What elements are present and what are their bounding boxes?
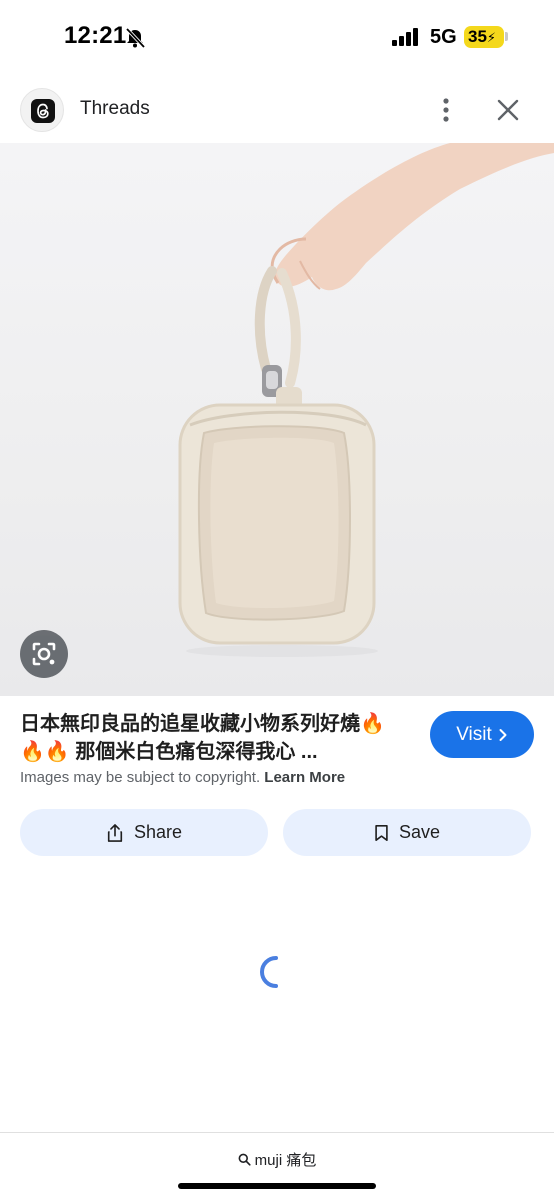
learn-more-link[interactable]: Learn More (264, 769, 345, 786)
google-lens-button[interactable] (20, 630, 68, 678)
google-lens-icon (32, 642, 56, 666)
source-name[interactable]: Threads (80, 98, 150, 120)
search-icon (238, 1153, 251, 1166)
copyright-notice: Images may be subject to copyright. Lear… (20, 769, 345, 786)
signal-icon (392, 28, 418, 46)
result-title[interactable]: 日本無印良品的追星收藏小物系列好燒🔥 🔥🔥 那個米白色痛包深得我心 ... (20, 710, 402, 766)
bottom-search-bar: muji 痛包 (0, 1132, 554, 1199)
network-type: 5G (430, 26, 457, 48)
threads-logo[interactable] (20, 88, 64, 132)
share-label: Share (133, 822, 183, 842)
result-image[interactable] (0, 143, 554, 696)
threads-glyph-icon (37, 103, 49, 119)
clock: 12:21 (64, 22, 127, 49)
home-indicator[interactable] (178, 1183, 376, 1189)
charging-icon: ⚡ (486, 30, 497, 45)
share-icon (107, 823, 123, 842)
result-title-line2: 🔥🔥 那個米白色痛包深得我心 ... (20, 741, 318, 763)
visit-label: Visit (456, 723, 492, 745)
battery-tip (505, 32, 508, 41)
chevron-right-icon (499, 728, 507, 741)
search-query-text: muji 痛包 (254, 1152, 317, 1169)
visit-button[interactable]: Visit (430, 711, 534, 758)
image-result-page: 12:21 5G 35⚡ Threads 日本無印良品的追星收藏小物系列好燒🔥 … (0, 0, 554, 1199)
status-bar: 12:21 5G 35⚡ (0, 0, 554, 74)
battery-indicator: 35⚡ (464, 26, 504, 48)
more-vert-icon[interactable] (434, 96, 458, 124)
product-photo (178, 143, 554, 657)
loading-spinner (260, 956, 278, 988)
save-label: Save (398, 822, 441, 842)
battery-level: 35 (468, 27, 487, 46)
close-icon[interactable] (496, 98, 520, 122)
search-query[interactable]: muji 痛包 (0, 1149, 554, 1170)
copyright-text: Images may be subject to copyright. (20, 769, 261, 786)
result-title-line1: 日本無印良品的追星收藏小物系列好燒🔥 (20, 713, 385, 735)
result-header: Threads (0, 86, 554, 134)
save-button[interactable]: Save (283, 809, 531, 856)
bell-muted-icon (125, 27, 146, 49)
bookmark-icon (375, 824, 388, 841)
share-button[interactable]: Share (20, 809, 268, 856)
